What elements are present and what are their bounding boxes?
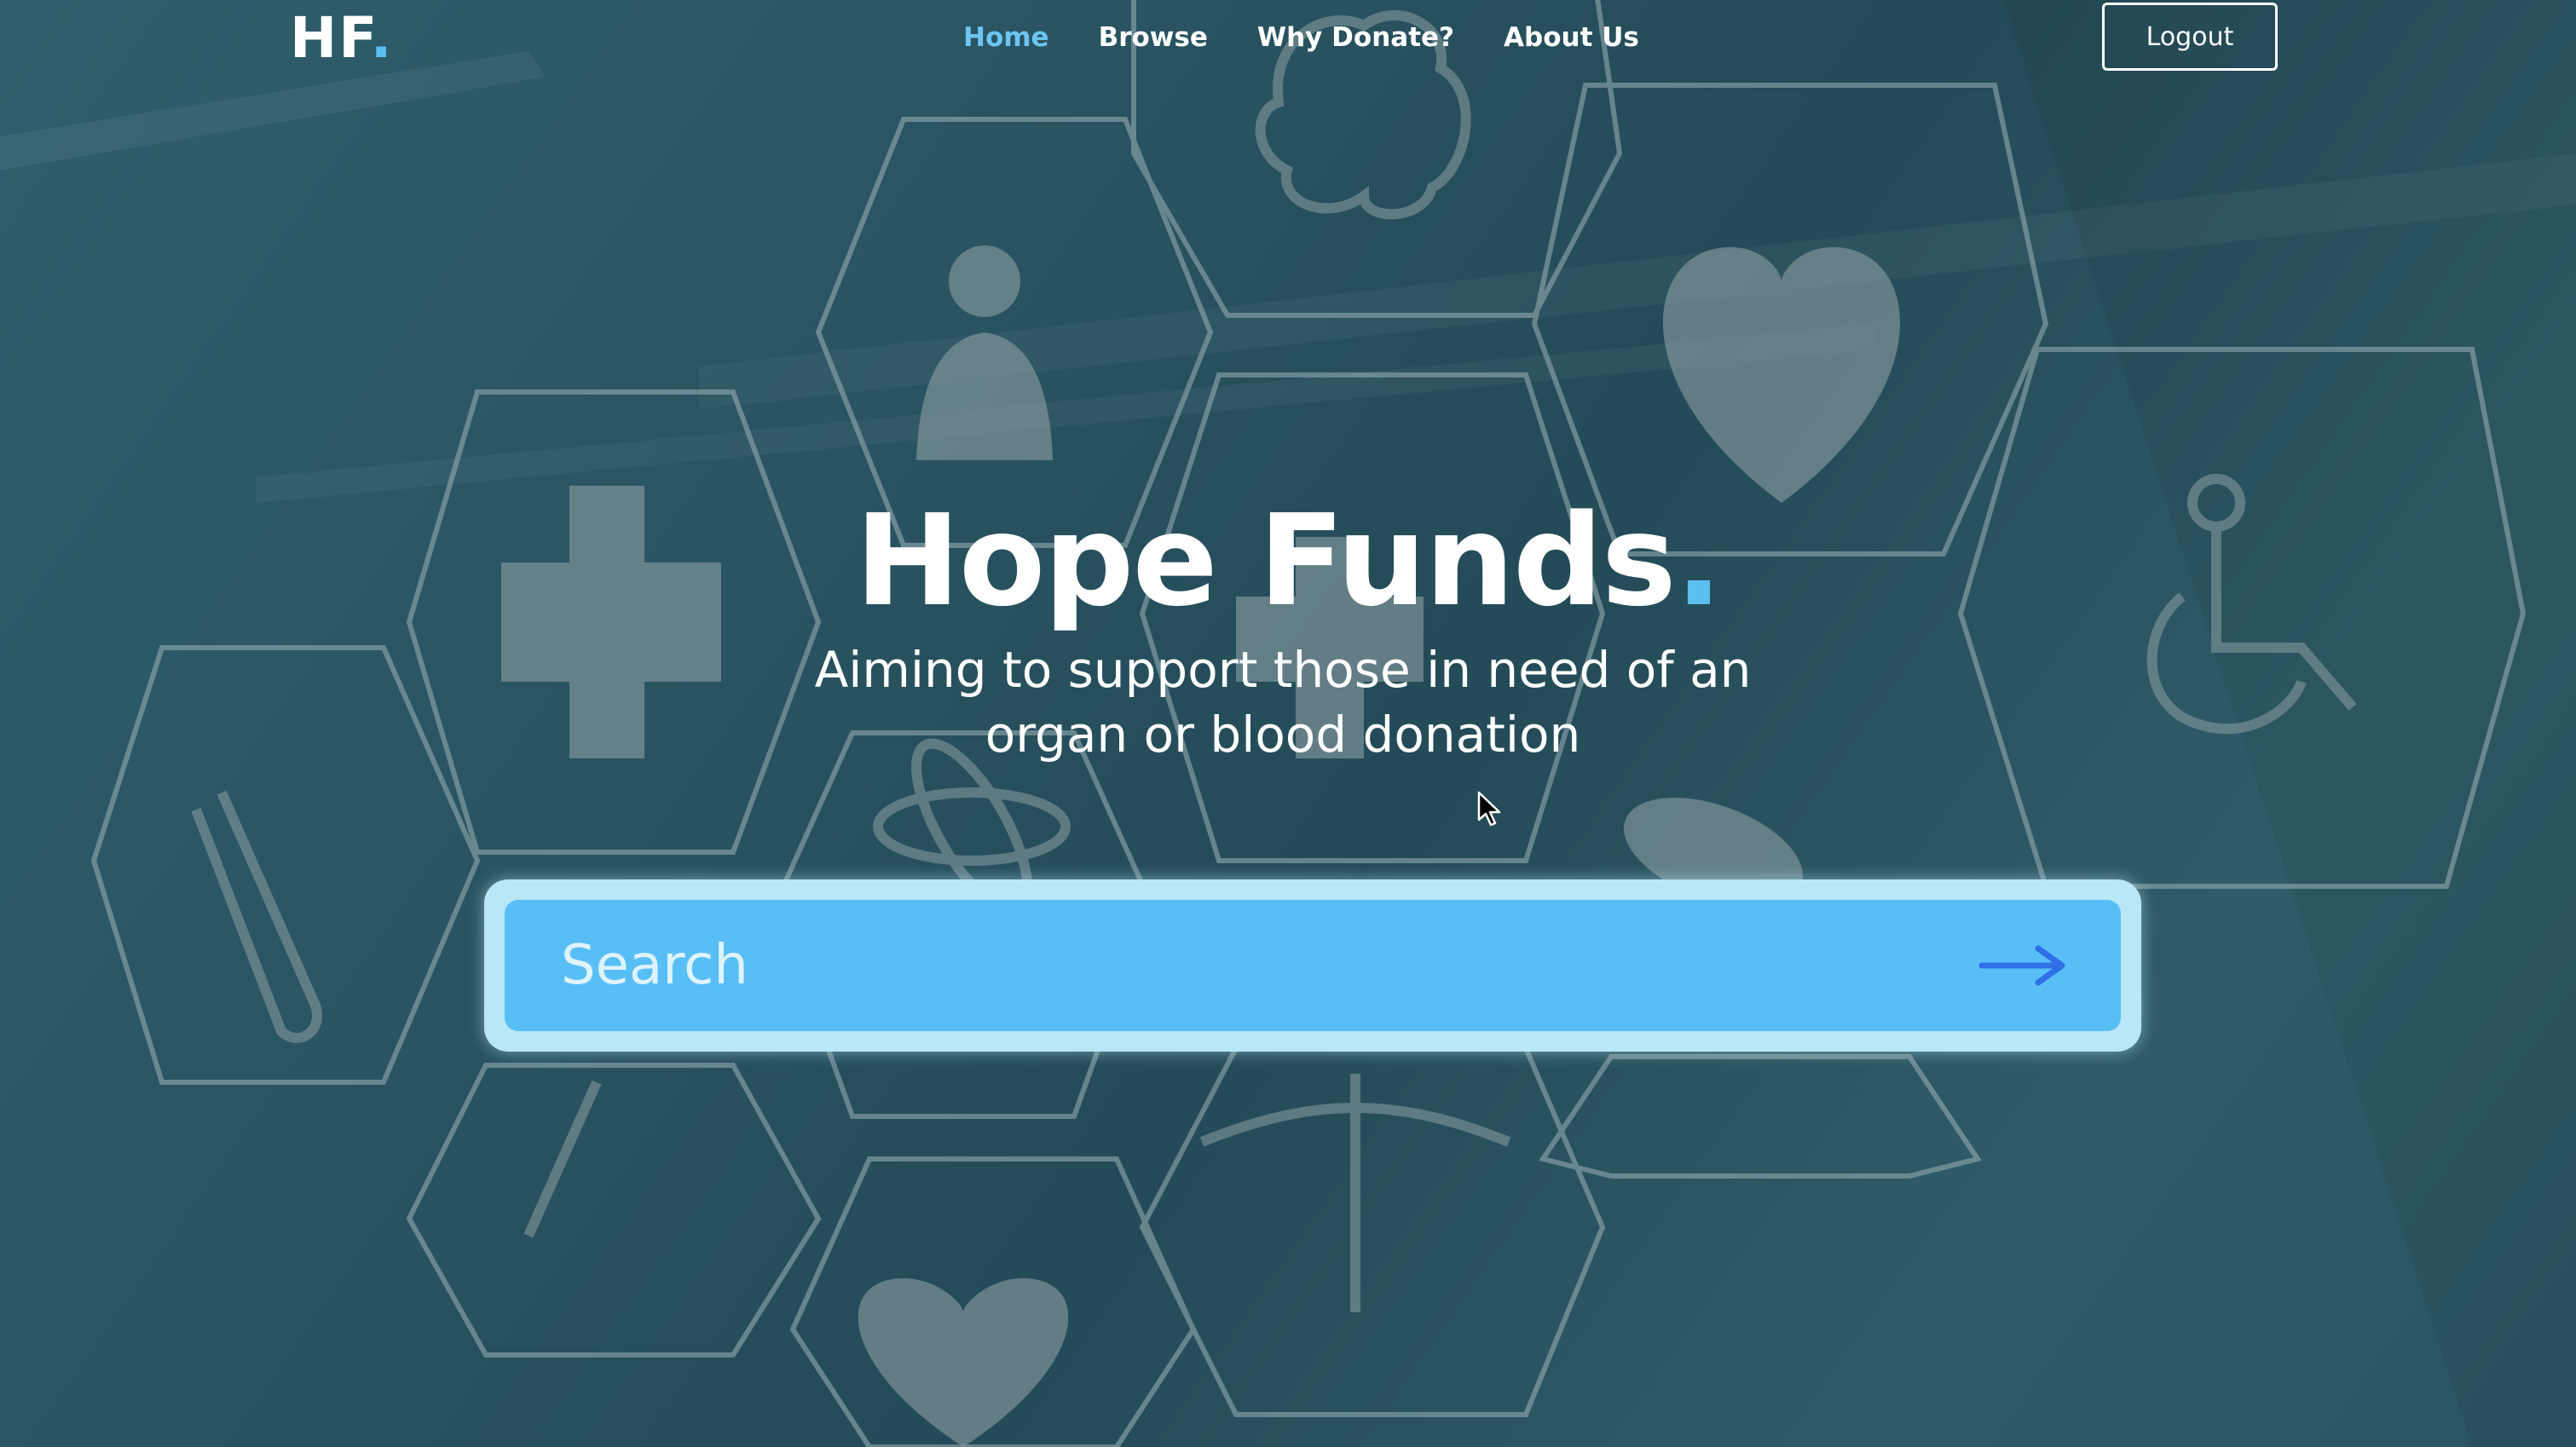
search-field-container [505,900,2121,1031]
hero-subtitle: Aiming to support those in need of an or… [733,637,1833,767]
search-bar [484,879,2141,1052]
nav-link-about-us[interactable]: About Us [1504,22,1639,53]
hero-title: Hope Funds. [0,493,2576,629]
hero-title-text: Hope Funds [854,487,1677,634]
nav-link-browse[interactable]: Browse [1099,22,1208,53]
logout-button[interactable]: Logout [2102,3,2278,71]
logo-dot: . [370,5,394,71]
hero-subtitle-line-2: organ or blood donation [985,706,1581,764]
mouse-cursor-icon [1477,791,1501,827]
arrow-right-icon [1978,945,2065,986]
brand-logo[interactable]: HF. [290,5,394,71]
hero-subtitle-line-1: Aiming to support those in need of an [814,641,1752,699]
main-nav: Home Browse Why Donate? About Us [963,22,1639,53]
hero-title-dot: . [1674,487,1723,634]
search-input[interactable] [559,933,1976,998]
nav-link-home[interactable]: Home [963,22,1049,53]
logo-text: HF [290,5,371,71]
search-submit-button[interactable] [1976,936,2070,995]
nav-link-why-donate[interactable]: Why Donate? [1257,22,1454,53]
